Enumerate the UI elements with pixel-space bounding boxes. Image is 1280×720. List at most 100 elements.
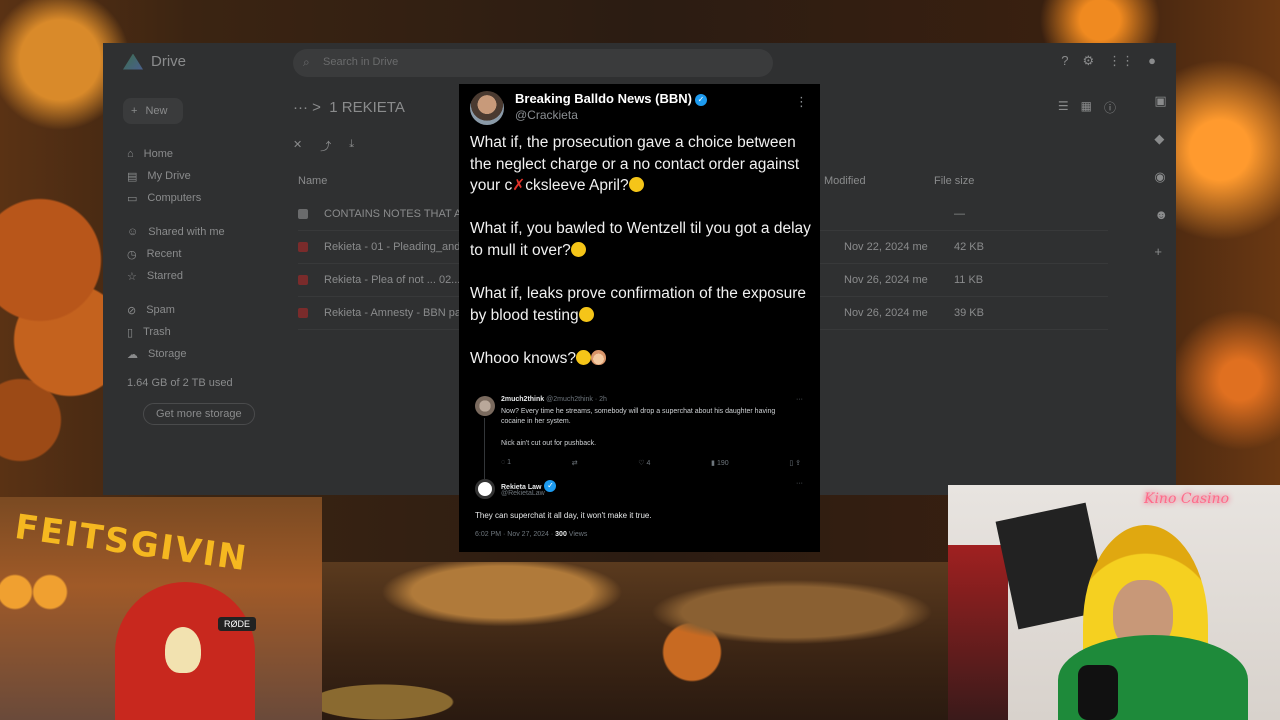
sidebar-item-label: Computers [147, 192, 202, 204]
quoted-author-name: 2much2think [501, 396, 545, 403]
spam-icon: ⊘ [127, 304, 137, 317]
drive-app-name: Drive [151, 53, 187, 70]
reply-button[interactable]: ◌ 1 [501, 459, 511, 467]
tweet-paragraph: What if, the prosecution gave a choice b… [470, 132, 812, 197]
breadcrumb-current[interactable]: 1 REKIETA [329, 99, 405, 116]
share-icon[interactable]: ⤴ [320, 138, 331, 154]
tweet-text: Whooo knows? [470, 349, 576, 367]
sidebar-item-storage[interactable]: ☁ Storage [127, 343, 225, 365]
breadcrumb-ellipsis[interactable]: ··· > [293, 99, 325, 116]
sidebar-item-recent[interactable]: ◷ Recent [127, 243, 225, 265]
gear-icon[interactable]: ⚙ [1082, 53, 1094, 69]
like-count: 4 [646, 460, 651, 467]
drive-logo[interactable]: Drive [123, 53, 186, 70]
people-icon: ☺ [127, 226, 139, 238]
more-options-icon[interactable]: ··· [796, 396, 803, 403]
microphone [1078, 665, 1118, 720]
sidebar-item-shared[interactable]: ☺ Shared with me [127, 221, 225, 243]
quoted-actions: ◌ 1 ⇄ ♡ 4 ▮ 190 ▯ ⇪ [501, 459, 801, 467]
more-options-icon[interactable]: ··· [796, 480, 803, 487]
verified-badge-icon: ✓ [694, 94, 707, 106]
reply-count: 1 [507, 459, 512, 466]
close-selection-icon[interactable]: ✕ [293, 138, 302, 154]
drive-sidebar: ⌂ Home ▤ My Drive ▭ Computers ☺ Shared with … [127, 143, 225, 365]
sidebar-item-trash[interactable]: ▯ Trash [127, 321, 225, 343]
column-size[interactable]: File size [934, 175, 1014, 187]
avatar[interactable] [475, 396, 495, 416]
reply-views-label: Views [566, 531, 588, 538]
tweet-body: What if, the prosecution gave a choice b… [470, 132, 812, 391]
microphone-brand: RØDE [218, 617, 257, 631]
grid-view-icon[interactable]: ▦ [1081, 99, 1092, 116]
file-size: 42 KB [954, 241, 984, 253]
list-view-icon[interactable]: ☰ [1058, 99, 1069, 116]
thread-line [484, 418, 485, 480]
tweet-card: Breaking Balldo News (BBN) ✓ @Crackieta ⋮… [459, 84, 820, 552]
sidebar-item-label: Shared with me [148, 226, 225, 238]
info-icon[interactable]: ⓘ [1104, 99, 1116, 116]
file-size: 11 KB [954, 274, 984, 286]
quoted-author-handle: @2much2think · 2h [546, 396, 607, 403]
sidebar-item-label: My Drive [147, 170, 191, 182]
avatar[interactable] [470, 91, 504, 125]
avatar[interactable] [475, 479, 495, 499]
tweet-author-handle[interactable]: @Crackieta [515, 108, 578, 122]
clock-icon: ◷ [127, 248, 137, 261]
reply-author-handle[interactable]: @RekietaLaw [501, 490, 545, 497]
new-button[interactable]: + New [123, 98, 183, 124]
drive-topbar: Drive ⌕ Search in Drive ? ⚙ ⋮⋮ ● [103, 43, 1176, 83]
file-modified: Nov 22, 2024 me [844, 241, 928, 253]
reply-text: They can superchat it all day, it won't … [475, 511, 652, 520]
tasks-icon[interactable]: ◉ [1154, 169, 1168, 185]
views-button[interactable]: ▮ 190 [711, 459, 728, 467]
quoted-author[interactable]: 2much2think @2much2think · 2h [501, 396, 607, 403]
tweet-author-name-text: Breaking Balldo News (BBN) [515, 91, 692, 106]
onion-emoji-icon [590, 349, 606, 365]
webcam-right: Kino Casino [948, 485, 1280, 720]
file-modified: Nov 26, 2024 me [844, 307, 928, 319]
breadcrumb[interactable]: ··· > 1 REKIETA [293, 99, 405, 116]
apps-grid-icon[interactable]: ⋮⋮ [1108, 53, 1134, 69]
file-toolbar: ✕ ⤴ ⤓ [293, 138, 354, 154]
pdf-icon [298, 275, 308, 285]
download-icon[interactable]: ⤓ [349, 138, 354, 154]
sidebar-item-my-drive[interactable]: ▤ My Drive [127, 165, 225, 187]
turkey-beak [165, 627, 201, 673]
home-icon: ⌂ [127, 148, 134, 160]
tweet-author-name[interactable]: Breaking Balldo News (BBN) ✓ [515, 91, 707, 106]
contacts-icon[interactable]: ☻ [1154, 207, 1168, 222]
plus-icon: + [131, 105, 138, 117]
repost-icon[interactable]: ⇄ [572, 459, 578, 467]
quoted-text: Now? Every time he streams, somebody wil… [501, 408, 776, 425]
like-button[interactable]: ♡ 4 [638, 459, 650, 467]
folder-icon [298, 209, 308, 219]
help-icon[interactable]: ? [1061, 53, 1068, 69]
cloud-icon: ☁ [127, 348, 138, 361]
computer-icon: ▭ [127, 192, 138, 205]
sidebar-item-home[interactable]: ⌂ Home [127, 143, 225, 165]
drive-search-input[interactable]: ⌕ Search in Drive [293, 49, 773, 77]
keep-icon[interactable]: ◆ [1154, 131, 1168, 147]
drive-search-placeholder: Search in Drive [323, 56, 399, 68]
sidebar-item-label: Storage [148, 348, 187, 360]
view-toggle: ☰ ▦ ⓘ [1058, 99, 1116, 116]
reply-view-count: 300 [555, 531, 567, 538]
tweet-text: What if, leaks prove confirmation of the… [470, 285, 806, 324]
wink-emoji-icon [570, 241, 586, 257]
sidebar-item-starred[interactable]: ☆ Starred [127, 265, 225, 287]
sidebar-item-computers[interactable]: ▭ Computers [127, 187, 225, 209]
sidebar-item-spam[interactable]: ⊘ Spam [127, 299, 225, 321]
get-storage-button[interactable]: Get more storage [143, 403, 255, 425]
feitsgivin-banner: FEITSGIVIN [12, 507, 251, 580]
add-icon[interactable]: + [1154, 244, 1168, 259]
avatar[interactable]: ● [1148, 53, 1156, 69]
arcade-machine [948, 545, 1008, 720]
bookmark-icon[interactable]: ▯ ⇪ [789, 459, 801, 467]
column-modified[interactable]: Modified [824, 175, 934, 187]
calendar-icon[interactable]: ▣ [1154, 93, 1168, 109]
drive-right-rail: ▣ ◆ ◉ ☻ + [1154, 93, 1168, 259]
reply-timestamp: 6:02 PM · Nov 27, 2024 · [475, 531, 556, 538]
wink-emoji-icon [575, 349, 591, 365]
more-options-icon[interactable]: ⋮ [795, 94, 808, 110]
